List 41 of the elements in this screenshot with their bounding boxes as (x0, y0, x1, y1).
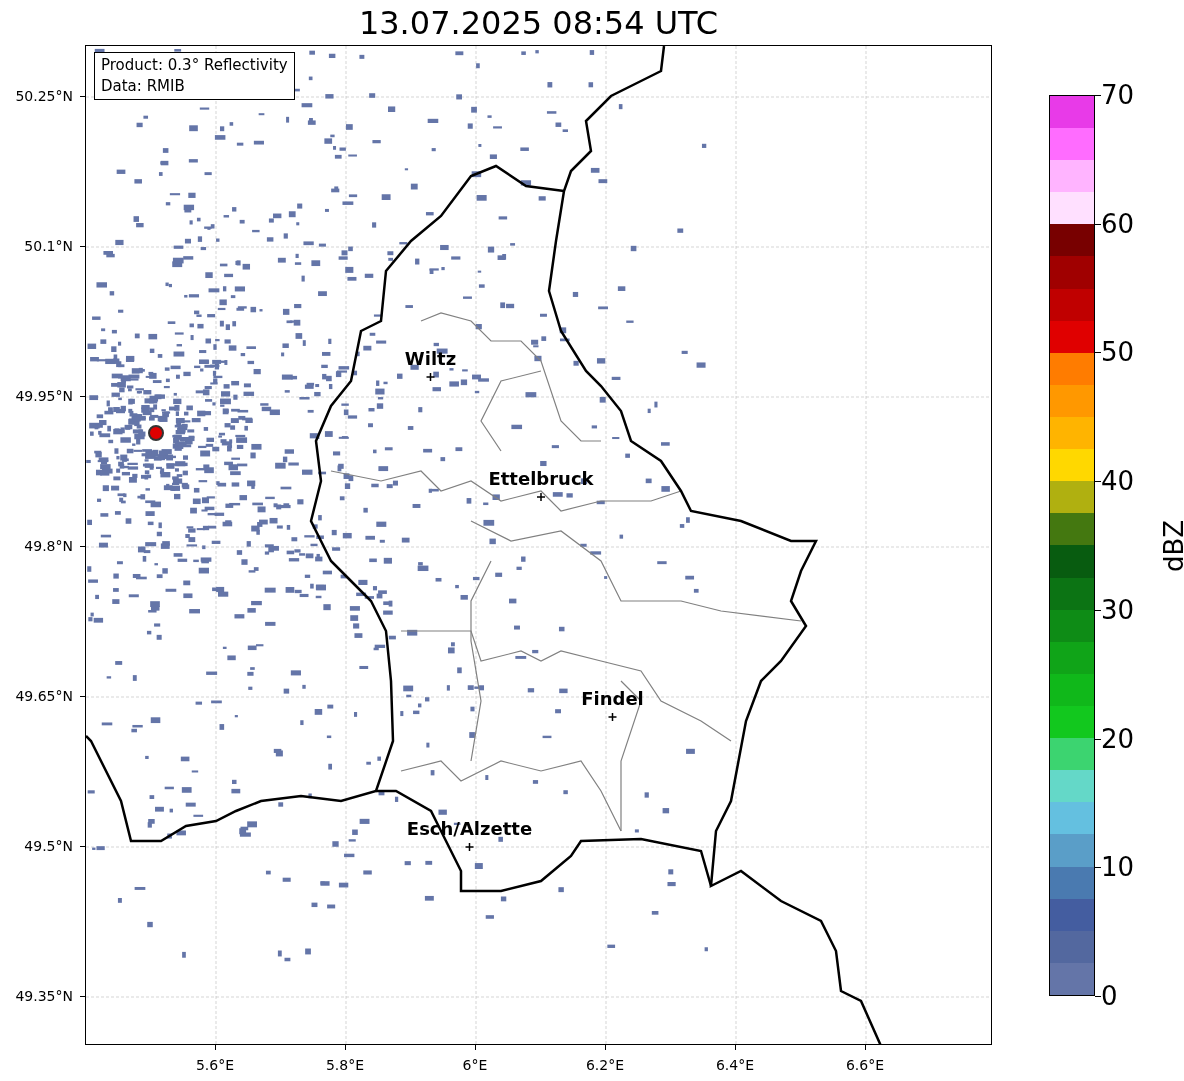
city-marker-icon (425, 372, 436, 382)
city-marker-icon (464, 842, 475, 852)
axis-tick-label: 5.6°E (195, 1057, 235, 1073)
axis-tick-label: 5.8°E (325, 1057, 365, 1073)
city-marker-icon (607, 712, 618, 722)
legend-text: Product: 0.3° Reflectivity (101, 55, 288, 76)
scale-tick-label: 40 (1101, 466, 1135, 497)
scale-tick-label: 0 (1101, 981, 1118, 1011)
tick-mark (1095, 996, 1101, 997)
tick-mark (1095, 738, 1101, 740)
axis-tick-label: 49.8°N (24, 538, 73, 554)
tick-mark (1095, 223, 1101, 225)
tick-mark (1095, 609, 1101, 611)
axis-tick-label: 6.2°E (585, 1057, 625, 1073)
city-label: Ettelbruck (488, 468, 594, 489)
tick-mark (1095, 95, 1101, 96)
axis-tick-label: 49.35°N (15, 988, 73, 1004)
chart-title: 13.07.2025 08:54 UTC (357, 2, 720, 44)
scale-tick-label: 70 (1101, 80, 1135, 110)
city-label: Wiltz (404, 348, 457, 369)
scale-tick-label: 30 (1101, 594, 1135, 625)
scale-unit-label: dBZ (1159, 519, 1184, 572)
axis-tick-label: 50.25°N (15, 88, 73, 104)
tick-mark (1095, 352, 1101, 354)
axis-tick-label: 49.5°N (24, 838, 73, 854)
axis-tick-label: 49.95°N (15, 388, 73, 404)
legend-text: Data: RMIB (101, 76, 186, 97)
axis-tick-label: 49.65°N (15, 688, 73, 704)
scale-tick-label: 20 (1101, 723, 1135, 754)
tick-mark (1095, 867, 1101, 869)
city-marker-icon (536, 492, 546, 502)
axis-tick-label: 6°E (462, 1057, 488, 1073)
scale-tick-label: 10 (1101, 852, 1135, 883)
scale-tick-label: 60 (1101, 208, 1135, 239)
city-label: Findel (581, 688, 644, 709)
axis-tick-label: 6.6°E (845, 1057, 885, 1073)
radar-site-icon (148, 425, 164, 441)
scale-tick-label: 50 (1101, 337, 1135, 368)
axis-tick-label: 50.1°N (24, 238, 73, 254)
tick-mark (1095, 481, 1101, 483)
axis-tick-label: 6.4°E (715, 1057, 755, 1073)
